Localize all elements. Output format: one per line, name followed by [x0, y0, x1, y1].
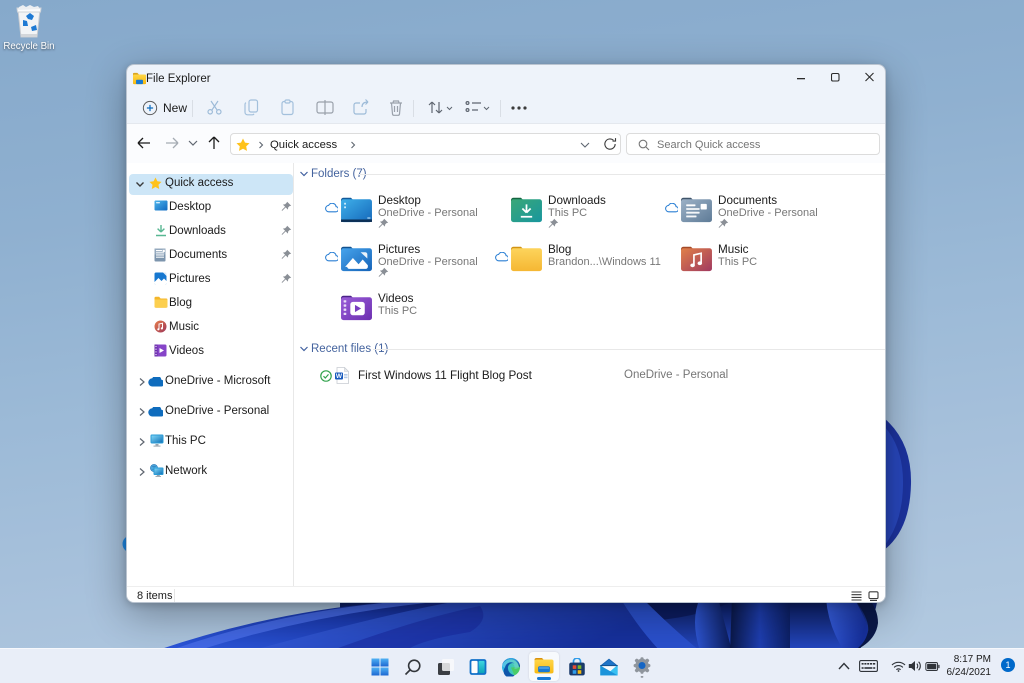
svg-text:W: W [336, 373, 343, 380]
